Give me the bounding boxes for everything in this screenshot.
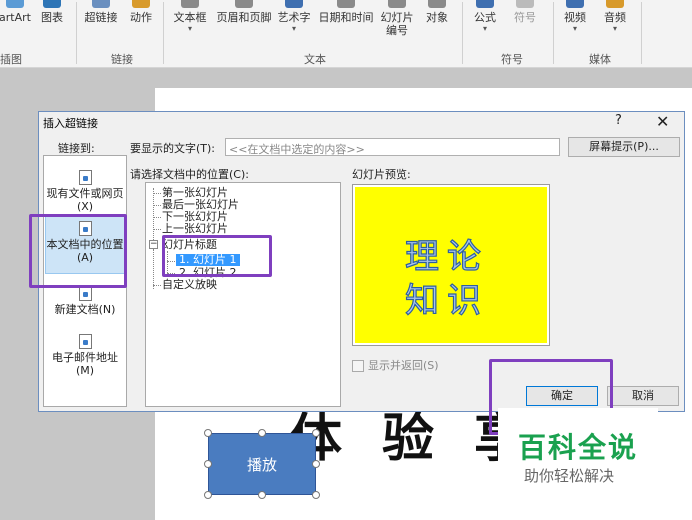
nav-existing-file-or-webpage[interactable]: 现有文件或网页(X) [45, 170, 125, 214]
chart-button[interactable]: 图表 [38, 0, 66, 50]
slide-preview-label: 幻灯片预览: [352, 168, 411, 181]
watermark-subtitle: 助你轻松解决 [524, 467, 615, 485]
collapse-icon[interactable]: − [149, 240, 158, 249]
highlight-box [162, 235, 272, 277]
tree-line [153, 249, 154, 289]
action-icon [132, 0, 150, 8]
ribbon-separator [76, 2, 77, 64]
file-web-icon [78, 170, 92, 185]
resize-handle[interactable] [258, 429, 266, 437]
symbol-button[interactable]: 符号 [510, 0, 540, 50]
link-to-label: 链接到: [58, 142, 95, 155]
slide-number-button[interactable]: 幻灯片 编号 [378, 0, 416, 50]
close-button[interactable]: ✕ [656, 112, 669, 131]
video-icon [566, 0, 584, 8]
resize-handle[interactable] [204, 429, 212, 437]
video-button[interactable]: 视频 ▾ [560, 0, 590, 50]
tree-line [153, 217, 161, 218]
header-footer-button[interactable]: 页眉和页脚 [214, 0, 274, 50]
ribbon-separator [462, 2, 463, 64]
smartart-button[interactable]: artArt [0, 0, 32, 50]
tree-item-custom-shows[interactable]: 自定义放映 [162, 279, 217, 291]
ribbon-separator [641, 2, 642, 64]
help-button[interactable]: ? [615, 113, 622, 128]
textbox-button[interactable]: 文本框 ▾ [170, 0, 210, 50]
text-to-display-label: 要显示的文字(T): [130, 142, 216, 155]
header-footer-icon [235, 0, 253, 8]
chart-icon [43, 0, 61, 8]
place-in-document-label: 请选择文档中的位置(C): [130, 168, 249, 181]
resize-handle[interactable] [204, 491, 212, 499]
symbol-icon [516, 0, 534, 8]
slide-preview-canvas: 理论 知识 [355, 187, 547, 343]
group-label-text: 文本 [304, 53, 326, 66]
date-time-icon [337, 0, 355, 8]
dropdown-arrow-icon: ▾ [572, 24, 577, 33]
dropdown-arrow-icon: ▾ [612, 24, 617, 33]
hyperlink-button[interactable]: 超链接 [82, 0, 120, 50]
slide-number-icon [388, 0, 406, 8]
show-and-return-checkbox[interactable]: 显示并返回(S) [352, 357, 439, 373]
tree-line [153, 188, 154, 240]
tree-line [153, 205, 161, 206]
hyperlink-icon [92, 0, 110, 8]
preview-text-line: 理论 [404, 236, 489, 277]
tree-line [153, 229, 161, 230]
group-label-media: 媒体 [589, 53, 611, 66]
new-document-icon [78, 286, 92, 301]
nav-email-address[interactable]: 电子邮件地址(M) [45, 334, 125, 394]
object-icon [428, 0, 446, 8]
watermark: 百科全说 助你轻松解决 [498, 408, 658, 500]
text-to-display-input[interactable]: <<在文档中选定的内容>> [225, 138, 560, 156]
dropdown-arrow-icon: ▾ [291, 24, 296, 33]
play-shape[interactable]: 播放 [208, 433, 316, 495]
tree-item-previous-slide[interactable]: 上一张幻灯片 [162, 223, 228, 235]
slide-preview: 理论 知识 [352, 184, 550, 346]
resize-handle[interactable] [258, 491, 266, 499]
object-button[interactable]: 对象 [422, 0, 452, 50]
tree-line [153, 285, 161, 286]
group-label-links: 链接 [111, 53, 133, 66]
audio-icon [606, 0, 624, 8]
preview-text-line: 知识 [404, 280, 489, 321]
group-label-illustrations: 插图 [0, 53, 22, 66]
ribbon-separator [163, 2, 164, 64]
highlight-box [29, 214, 127, 288]
cancel-button[interactable]: 取消 [607, 386, 679, 406]
wordart-icon [285, 0, 303, 8]
equation-button[interactable]: 公式 ▾ [470, 0, 500, 50]
resize-handle[interactable] [312, 429, 320, 437]
checkbox-icon [352, 360, 364, 372]
textbox-icon [181, 0, 199, 8]
action-button[interactable]: 动作 [127, 0, 155, 50]
wordart-button[interactable]: 艺术字 ▾ [276, 0, 312, 50]
resize-handle[interactable] [312, 460, 320, 468]
ribbon: artArt 图表 超链接 动作 文本框 ▾ 页眉和页脚 艺术字 ▾ 日期和时间… [0, 0, 692, 68]
smartart-icon [6, 0, 24, 8]
audio-button[interactable]: 音频 ▾ [600, 0, 630, 50]
dropdown-arrow-icon: ▾ [482, 24, 487, 33]
dropdown-arrow-icon: ▾ [187, 24, 192, 33]
tree-line [153, 193, 161, 194]
resize-handle[interactable] [312, 491, 320, 499]
group-label-symbols: 符号 [501, 53, 523, 66]
equation-icon [476, 0, 494, 8]
screentip-button[interactable]: 屏幕提示(P)... [568, 137, 680, 157]
place-tree[interactable]: 第一张幻灯片 最后一张幻灯片 下一张幻灯片 上一张幻灯片 − 幻灯片标题 1. … [145, 182, 341, 407]
email-icon [78, 334, 92, 349]
nav-create-new-document[interactable]: 新建文档(N) [45, 286, 125, 330]
dialog-title: 插入超链接 [43, 117, 98, 130]
resize-handle[interactable] [204, 460, 212, 468]
watermark-title: 百科全说 [518, 431, 639, 464]
date-time-button[interactable]: 日期和时间 [316, 0, 376, 50]
ribbon-separator [553, 2, 554, 64]
